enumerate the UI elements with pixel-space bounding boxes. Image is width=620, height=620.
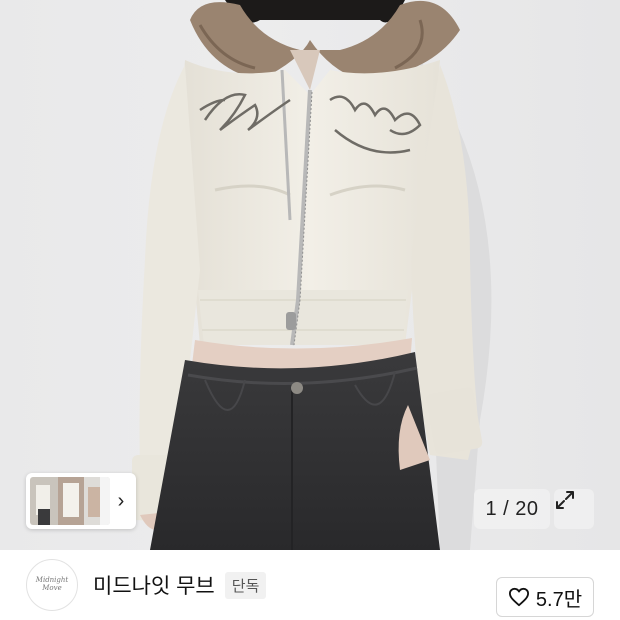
thumbnail-next-icon[interactable]: › [110,477,132,525]
exclusive-badge: 단독 [224,571,267,599]
thumbnail-strip[interactable]: › [26,473,136,529]
shop-logo-text: Midnight Move [35,576,69,592]
image-page-counter: 1 / 20 [474,489,550,529]
thumbnail-previews[interactable] [30,477,110,525]
like-count: 5.7만 [535,588,583,611]
shop-logo[interactable]: Midnight Move [26,559,78,611]
counter-separator: / [497,497,516,520]
shop-bar: Midnight Move 미드나잇 무브 단독 5.7만 [0,550,620,620]
expand-icon [556,491,574,509]
product-photo [132,0,492,550]
thumbnail-images [30,477,110,525]
product-image[interactable]: › 1 / 20 [0,0,620,550]
heart-outline-icon [508,587,529,607]
shop-name[interactable]: 미드나잇 무브 [93,570,215,600]
counter-current: 1 [485,497,498,520]
expand-button[interactable] [554,489,594,529]
counter-total: 20 [515,497,539,520]
like-button[interactable]: 5.7만 [496,577,594,617]
